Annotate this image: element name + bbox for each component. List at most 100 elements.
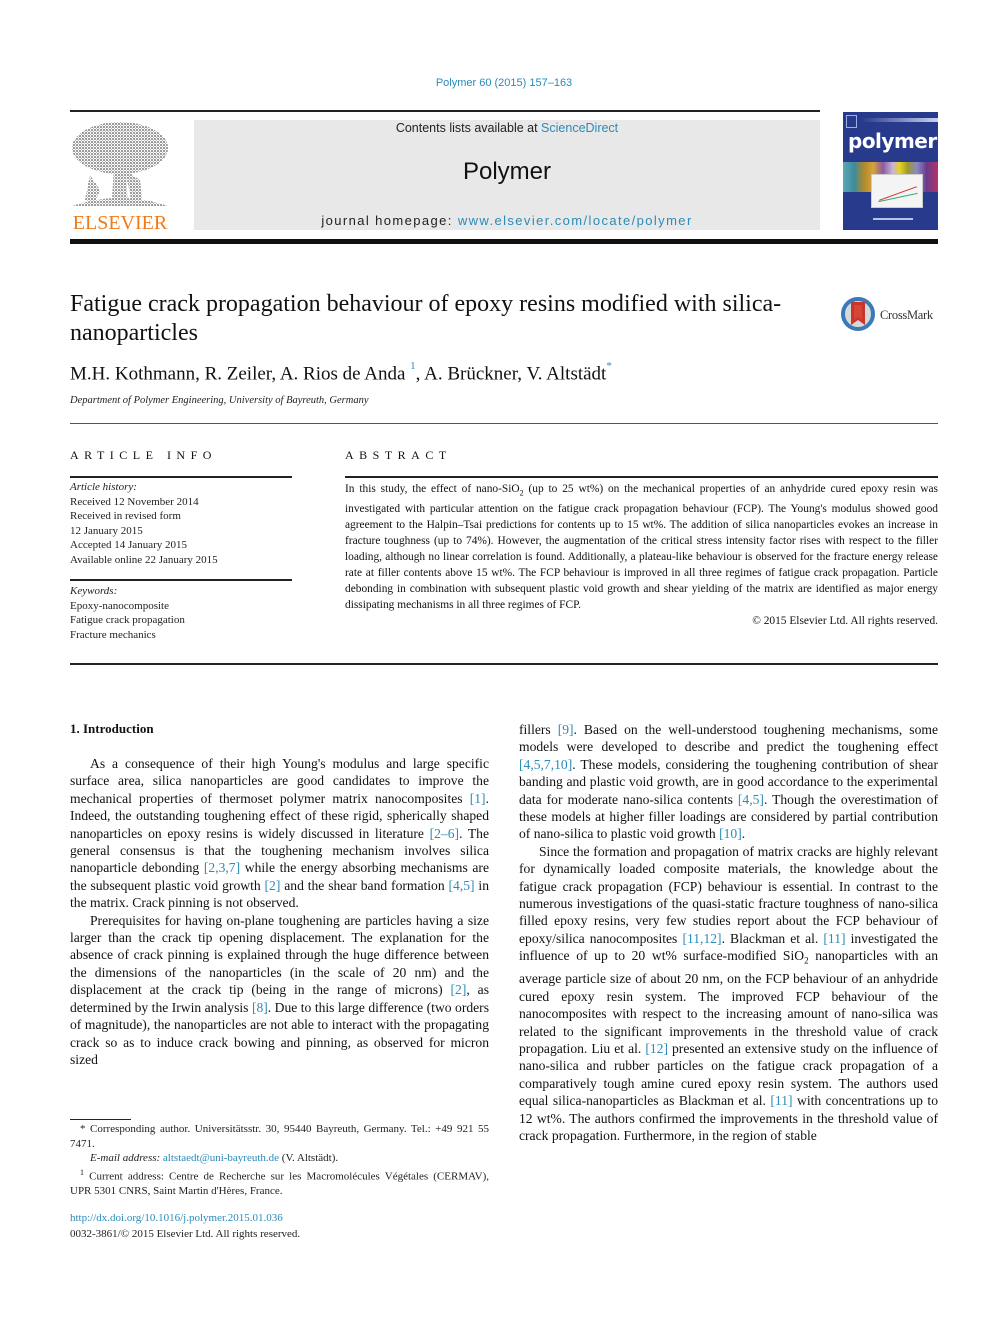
journal-citation-link[interactable]: Polymer 60 (2015) 157–163 <box>0 77 992 89</box>
text-run: . Blackman et al. <box>721 930 824 946</box>
reference-link[interactable]: [11] <box>770 1093 792 1108</box>
article-title: Fatigue crack propagation behaviour of e… <box>70 291 782 346</box>
section-heading-introduction: 1. Introduction <box>70 721 154 736</box>
journal-title: Polymer <box>462 158 552 185</box>
text-run: . <box>741 826 746 842</box>
cover-band <box>861 118 938 122</box>
reference-link[interactable]: [10] <box>719 826 742 841</box>
contents-prefix: Contents lists available at <box>395 121 542 135</box>
journal-cover-image[interactable]: polymer <box>843 112 938 230</box>
text-run: . Based on the well-understood toughenin… <box>519 722 938 755</box>
abstract-text-part: In this study, the effect of nano-SiO <box>345 483 520 495</box>
text-run: As a consequence of their high Young's m… <box>70 756 489 806</box>
keyword-item: Fracture mechanics <box>70 628 156 641</box>
article-history-label: Article history: <box>70 481 137 493</box>
text-run: Prerequisites for having on-plane toughe… <box>70 912 489 998</box>
author-link[interactable]: M.H. Kothmann <box>70 363 195 384</box>
abstract-heading: ABSTRACT <box>345 448 452 462</box>
header-rule <box>70 110 820 112</box>
article-history: Article history: Received 12 November 20… <box>70 480 292 567</box>
cover-title: polymer <box>848 129 937 153</box>
masthead-rule <box>70 239 938 244</box>
paragraph: Prerequisites for having on-plane toughe… <box>70 912 489 1069</box>
sciencedirect-link[interactable]: ScienceDirect <box>541 121 618 135</box>
crossmark-label: CrossMark <box>880 308 933 322</box>
keywords-rule <box>70 579 292 581</box>
author-link[interactable]: A. Brückner <box>424 363 517 384</box>
reference-link[interactable]: [1] <box>470 791 486 806</box>
history-item: 12 January 2015 <box>70 524 143 537</box>
affiliation: Department of Polymer Engineering, Unive… <box>70 395 369 406</box>
footnote-current-address: 1 Current address: Centre de Recherche s… <box>70 1166 489 1199</box>
keywords-label: Keywords: <box>70 585 118 597</box>
history-item: Received 12 November 2014 <box>70 495 199 508</box>
abstract-copyright: © 2015 Elsevier Ltd. All rights reserved… <box>752 615 938 628</box>
body-column-right: fillers [9]. Based on the well-understoo… <box>519 721 938 1144</box>
abstract-text: In this study, the effect of nano-SiO2 (… <box>345 481 938 629</box>
history-item: Accepted 14 January 2015 <box>70 539 187 551</box>
article-info-heading: ARTICLE INFO <box>70 448 217 462</box>
author-link[interactable]: R. Zeiler <box>205 363 272 384</box>
reference-link[interactable]: [4,5,7,10] <box>519 757 572 772</box>
journal-homepage-link[interactable]: www.elsevier.com/locate/polymer <box>458 213 693 228</box>
body-column-left: As a consequence of their high Young's m… <box>70 755 489 1068</box>
author-separator: , <box>271 363 280 385</box>
cover-footer <box>873 218 913 220</box>
author-separator: , <box>415 363 425 385</box>
doi-block: http://dx.doi.org/10.1016/j.polymer.2015… <box>70 1210 300 1242</box>
reference-link[interactable]: [12] <box>645 1041 668 1056</box>
footnotes: * Corresponding author. Universitätsstr.… <box>70 1122 489 1198</box>
reference-link[interactable]: [2] <box>451 982 467 997</box>
homepage-prefix: journal homepage: <box>321 213 458 228</box>
author-list: M.H. Kothmann, R. Zeiler, A. Rios de And… <box>70 360 612 385</box>
email-link[interactable]: altstaedt@uni-bayreuth.de <box>163 1152 279 1164</box>
footnote-corresponding-author: * Corresponding author. Universitätsstr.… <box>70 1123 489 1150</box>
text-run: fillers <box>519 722 558 737</box>
author-footnote-marker[interactable]: 1 <box>410 360 416 372</box>
author-link[interactable]: A. Rios de Anda <box>280 363 406 384</box>
reference-link[interactable]: [4,5] <box>738 792 764 807</box>
reference-link[interactable]: [8] <box>252 1000 268 1015</box>
paragraph: fillers [9]. Based on the well-understoo… <box>519 721 938 843</box>
author-separator: , <box>195 363 205 385</box>
history-item: Available online 22 January 2015 <box>70 553 218 566</box>
cover-figure <box>871 174 923 208</box>
doi-link[interactable]: http://dx.doi.org/10.1016/j.polymer.2015… <box>70 1212 283 1224</box>
email-suffix: (V. Altstädt). <box>279 1152 339 1164</box>
reference-link[interactable]: [9] <box>558 722 574 737</box>
abstract-rule <box>345 476 938 478</box>
text-run: nanoparticles with an average particle s… <box>519 948 938 1057</box>
footnote-email: E-mail address: altstaedt@uni-bayreuth.d… <box>70 1151 489 1166</box>
journal-masthead: Contents lists available at ScienceDirec… <box>194 120 820 230</box>
reference-link[interactable]: [11] <box>823 931 845 946</box>
footnote-text: Current address: Centre de Recherche sur… <box>70 1170 489 1197</box>
keyword-item: Epoxy-nanocomposite <box>70 599 169 612</box>
reference-link[interactable]: [11,12] <box>682 931 721 946</box>
footnote-rule <box>70 1119 131 1120</box>
text-run: and the shear band formation <box>280 877 449 893</box>
reference-link[interactable]: [4,5] <box>449 878 475 893</box>
email-label: E-mail address: <box>90 1152 163 1164</box>
paragraph: Since the formation and propagation of m… <box>519 843 938 1145</box>
issn-rights: 0032-3861/© 2015 Elsevier Ltd. All right… <box>70 1228 301 1240</box>
reference-link[interactable]: [2,3,7] <box>204 860 240 875</box>
history-item: Received in revised form <box>70 510 181 522</box>
elsevier-tree-icon <box>72 122 168 206</box>
crossmark-button[interactable]: CrossMark <box>840 296 940 332</box>
author-link[interactable]: V. Altstädt <box>526 363 606 384</box>
affiliation-rule <box>70 423 938 424</box>
reference-link[interactable]: [2–6] <box>430 826 459 841</box>
abstract-text-part: (up to 25 wt%) on the mechanical propert… <box>345 483 938 612</box>
crossmark-icon <box>841 297 875 331</box>
keywords: Keywords: Epoxy-nanocomposite Fatigue cr… <box>70 584 292 642</box>
elsevier-logo[interactable]: ELSEVIER <box>70 120 170 234</box>
cover-publisher-icon <box>846 115 857 128</box>
reference-link[interactable]: [2] <box>265 878 281 893</box>
article-info-rule <box>70 476 292 478</box>
elsevier-wordmark: ELSEVIER <box>72 212 168 234</box>
corresponding-author-marker[interactable]: * <box>606 360 612 372</box>
homepage-line: journal homepage: www.elsevier.com/locat… <box>194 213 820 228</box>
abstract-bottom-rule <box>70 663 938 665</box>
keyword-item: Fatigue crack propagation <box>70 614 185 626</box>
paragraph: As a consequence of their high Young's m… <box>70 755 489 912</box>
